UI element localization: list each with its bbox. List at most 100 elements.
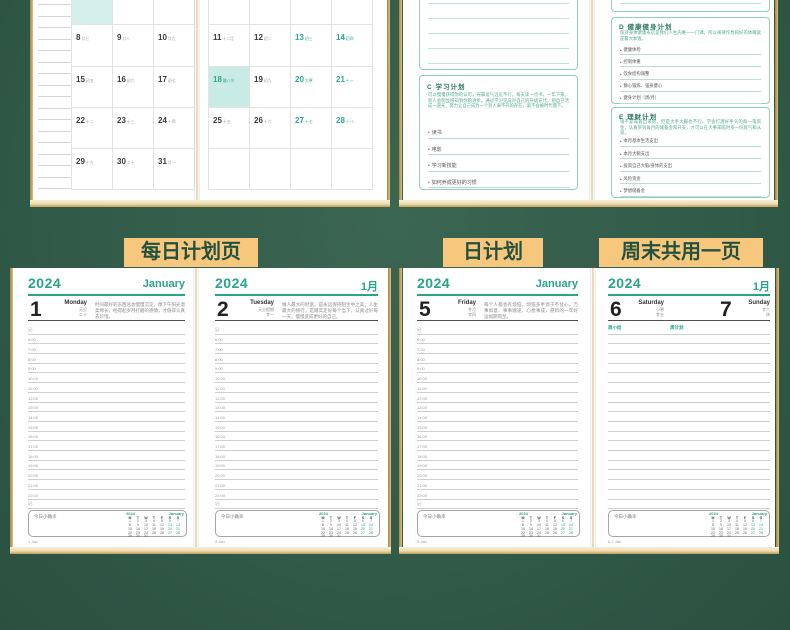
mini-day: 30 [134, 535, 142, 537]
date-divider [215, 320, 378, 321]
lunar-label: 廿一 [168, 161, 176, 165]
daily-page-jan2: 2024 1月 2 Tuesday 元旦假期 廿一 做人最大的财富，是永远保持陌… [201, 268, 388, 547]
page-year: 2024 [215, 275, 248, 291]
mini-day: 30 [527, 535, 535, 537]
mini-day [174, 535, 182, 537]
schedule-line: 记: [28, 499, 185, 510]
month-row: 15初五16初六17初七 [72, 67, 195, 108]
weekday-block: Friday 冬月 廿四 [438, 300, 476, 317]
date-divider [417, 320, 578, 321]
weekday-block-sunday: Sunday 廿六 休 [732, 300, 770, 317]
month-day-cell: 22十二 [72, 108, 113, 149]
day-number: 11 [213, 33, 221, 42]
lunar-label: 腊八节 [223, 79, 234, 83]
plan-box-intro: 保持身体健康永远是我们人生内唯一一门课，所以规律作息和好的体魄就是最大本钱。 [620, 30, 761, 41]
month-day-cell: 9廿八 [113, 25, 154, 67]
daily-page-jan1: 2024 January 1 Monday 元旦 二十 时间最好的东西总会慢慢沉… [13, 268, 193, 547]
month-day-cell: 25十五 [209, 108, 250, 149]
time-label: 17:00 [28, 444, 38, 449]
ruled-line [38, 73, 71, 74]
day-number: 19 [254, 75, 263, 84]
ruled-line [38, 108, 71, 109]
lunar-label: 初二 [264, 37, 272, 41]
month-day-cell: 10廿九 [154, 25, 195, 67]
mini-calendar: 2024JanuaryMTWTFSS1234567891011121314151… [319, 512, 377, 537]
header-rule [215, 294, 378, 296]
month-row [72, 0, 195, 25]
plan-item-label: 本月大额支出 [624, 151, 650, 157]
mini-day: 29 [126, 535, 134, 537]
mini-calendar: 2024JanuaryMTWTFSS1234567891011121314151… [709, 512, 767, 537]
time-label: 22:00 [417, 493, 427, 498]
day-number: 2 [217, 298, 229, 322]
plan-item-label: 静心锻炼、强身健心 [624, 83, 663, 89]
time-label: 21:00 [417, 483, 427, 488]
mini-day [741, 535, 749, 537]
month-grid-right: 11十二月12初二13初三14初四18腊八节19初九20大寒21十一25十五26… [208, 0, 373, 190]
ruled-line [38, 39, 71, 40]
time-label: 17:00 [417, 444, 427, 449]
mini-day [749, 535, 757, 537]
time-label: 18:00 [417, 454, 427, 459]
plan-box-health: D 健康健身计划 保持身体健康永远是我们人生内唯一一门课，所以规律作息和好的体魄… [611, 17, 770, 104]
time-label: 16:00 [215, 434, 225, 439]
time-label: 15:00 [215, 425, 225, 430]
ruled-line [38, 188, 71, 189]
bullet-icon: • [620, 139, 622, 144]
mini-calendar-row: 293031 [709, 535, 767, 537]
time-label: 14:00 [28, 415, 38, 420]
lunar-label: 十四 [168, 120, 176, 124]
month-day-cell [72, 0, 113, 25]
notebook-gold-edge [399, 268, 402, 554]
notebook-cover-edge [399, 547, 779, 554]
mini-day [150, 535, 158, 537]
lunar-label: 初九 [264, 79, 272, 83]
day-number: 15 [76, 75, 85, 84]
weekday-label: Friday [438, 300, 476, 307]
day-number: 26 [254, 116, 263, 125]
month-day-cell [332, 149, 373, 190]
ruled-line [428, 63, 569, 64]
plan-item-label: 健身计划（周/月） [624, 95, 660, 101]
ruled-line [38, 119, 71, 120]
notebook-cover-edge [30, 200, 390, 207]
month-day-cell: 11十二月 [209, 25, 250, 67]
page-footer: 5 Jan [417, 539, 427, 544]
notebook-gold-edge [387, 0, 390, 207]
lunar-label: 廿一 [236, 312, 274, 317]
month-day-cell: 15初五 [72, 67, 113, 108]
mini-day: 31 [725, 535, 733, 537]
time-label: 记: [28, 501, 33, 507]
time-label: 8:00 [215, 357, 223, 362]
time-label: 记: [417, 501, 422, 507]
bullet-icon: • [428, 180, 430, 186]
daily-quote: 做人最大的财富，是永远保持陌生中之美；人生最大的修行，是踏实走好每个当下。认真过… [282, 302, 378, 320]
mini-day [757, 535, 765, 537]
notebook-gold-edge [775, 0, 778, 207]
plan-items: •读书•电影•学习新技能•如何养成更好的习惯 [428, 122, 569, 188]
mini-day [343, 535, 351, 537]
memo-box-label: 今日小确幸 [34, 514, 57, 520]
month-day-cell: 23十三 [113, 108, 154, 149]
lunar-label: 十二月 [222, 37, 233, 41]
time-label: 22:00 [215, 493, 225, 498]
lunar-label: 廿七 [81, 37, 89, 41]
time-label: 11:00 [28, 386, 38, 391]
memo-box: 今日小确幸 2024JanuaryMTWTFSS1234567891011121… [215, 510, 380, 537]
mini-day: 29 [519, 535, 527, 537]
bullet-icon: • [620, 48, 622, 53]
time-label: 12:00 [215, 396, 225, 401]
weekday-label: Saturday [626, 300, 664, 307]
time-label: 11:00 [417, 386, 427, 391]
month-day-cell [291, 0, 332, 25]
schedule-line: 记: [417, 499, 578, 510]
page-month: January [536, 278, 578, 290]
time-label: 11:00 [215, 386, 225, 391]
time-label: 10:00 [417, 376, 427, 381]
lunar-label: 大寒 [305, 79, 313, 83]
schedule-lines: 记:6:007:008:009:0010:0011:0012:0013:0014… [417, 324, 578, 509]
time-label: 15:00 [28, 425, 38, 430]
month-day-cell: 31廿一 [154, 149, 195, 190]
month-day-cell [250, 0, 291, 25]
ruled-line [38, 154, 71, 155]
